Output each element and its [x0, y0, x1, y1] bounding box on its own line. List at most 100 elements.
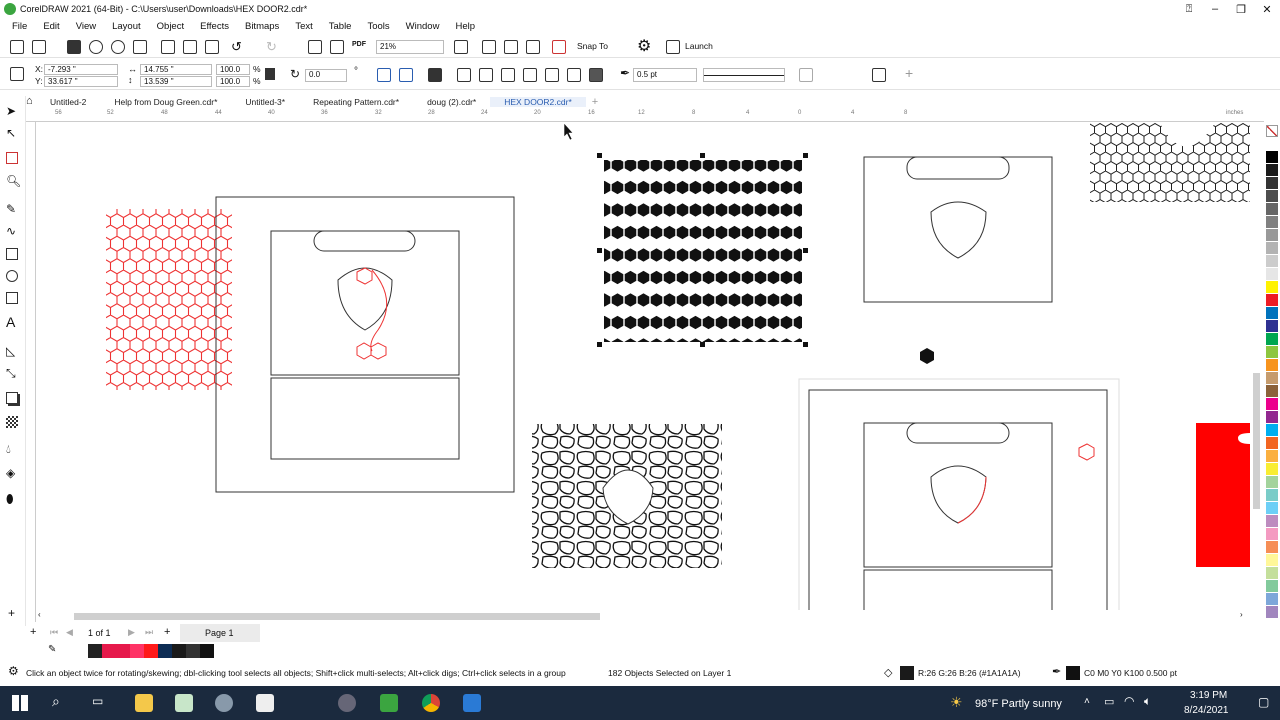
- document-palette-swatch[interactable]: [102, 644, 116, 658]
- door-panel-bottom-1[interactable]: [270, 377, 460, 460]
- undo-icon[interactable]: ↺: [231, 39, 242, 55]
- add-tool-icon[interactable]: +: [8, 606, 15, 620]
- menu-layout[interactable]: Layout: [104, 21, 149, 32]
- drop-shadow-tool-icon[interactable]: [6, 392, 18, 404]
- palette-swatch[interactable]: [1266, 398, 1278, 411]
- menu-view[interactable]: View: [68, 21, 104, 32]
- polygon-tool-icon[interactable]: [6, 292, 18, 304]
- palette-swatch[interactable]: [1266, 346, 1278, 359]
- palette-swatch[interactable]: [1266, 476, 1278, 489]
- crop-tool-icon[interactable]: [6, 152, 18, 164]
- palette-swatch[interactable]: [1266, 554, 1278, 567]
- photo-app-icon[interactable]: [256, 694, 274, 712]
- palette-swatch[interactable]: [1266, 424, 1278, 437]
- palette-swatch[interactable]: [1266, 190, 1278, 203]
- artistic-media-tool-icon[interactable]: ∿: [6, 224, 16, 238]
- rulers-icon[interactable]: [482, 40, 496, 54]
- pick-tool-icon[interactable]: ➤: [6, 104, 16, 118]
- launch-icon[interactable]: [666, 40, 680, 54]
- home-icon[interactable]: ⌂: [26, 95, 33, 107]
- parallel-dimension-tool-icon[interactable]: ◺: [6, 344, 15, 358]
- handle-slot-1[interactable]: [313, 230, 416, 252]
- interactive-fill-tool-icon[interactable]: ◈: [6, 466, 15, 480]
- menu-edit[interactable]: Edit: [35, 21, 67, 32]
- search-icon[interactable]: ⌕: [52, 693, 60, 710]
- wifi-icon[interactable]: ◠: [1124, 694, 1134, 708]
- document-palette-swatch[interactable]: [144, 644, 158, 658]
- new-document-icon[interactable]: [10, 40, 24, 54]
- weather-text[interactable]: 98°F Partly sunny: [975, 698, 1062, 710]
- weather-icon[interactable]: ☀: [950, 694, 963, 711]
- document-palette-swatch[interactable]: [186, 644, 200, 658]
- palette-swatch[interactable]: [1266, 255, 1278, 268]
- task-view-icon[interactable]: ▭: [92, 694, 103, 708]
- redo-icon[interactable]: ↻: [266, 39, 277, 55]
- shield-shape-2[interactable]: [930, 201, 987, 259]
- cut-icon[interactable]: [161, 40, 175, 54]
- page-tab[interactable]: Page 1: [180, 624, 260, 642]
- drawing-canvas[interactable]: [36, 123, 1252, 610]
- palette-swatch[interactable]: [1266, 606, 1278, 619]
- intersect-icon[interactable]: [501, 68, 515, 82]
- document-palette[interactable]: ✎: [0, 644, 1264, 658]
- palette-swatch[interactable]: [1266, 307, 1278, 320]
- document-palette-swatch[interactable]: [172, 644, 186, 658]
- group-icon[interactable]: [428, 68, 442, 82]
- menu-help[interactable]: Help: [447, 21, 483, 32]
- add-page-after-icon[interactable]: +: [164, 626, 170, 638]
- tab-hex-door2[interactable]: HEX DOOR2.cdr*: [490, 96, 586, 107]
- zoom-tool-icon[interactable]: 🔍︎: [6, 174, 21, 188]
- palette-swatch[interactable]: [1266, 333, 1278, 346]
- palette-swatch[interactable]: [1266, 385, 1278, 398]
- shape-tool-icon[interactable]: ↖: [6, 126, 16, 140]
- single-black-hex[interactable]: [920, 348, 934, 364]
- eyedropper-icon[interactable]: ✎: [48, 644, 56, 655]
- menu-text[interactable]: Text: [287, 21, 320, 32]
- settings-gear-icon[interactable]: ⚙: [637, 36, 651, 56]
- menu-window[interactable]: Window: [398, 21, 448, 32]
- menu-file[interactable]: File: [4, 21, 35, 32]
- palette-swatch[interactable]: [1266, 567, 1278, 580]
- onedrive-icon[interactable]: [338, 694, 356, 712]
- clock-date[interactable]: 8/24/2021: [1184, 705, 1229, 716]
- red-guide-path[interactable]: [370, 269, 388, 352]
- cloud-icon[interactable]: [89, 40, 103, 54]
- palette-swatch[interactable]: [1266, 177, 1278, 190]
- palette-swatch[interactable]: [1266, 580, 1278, 593]
- tab-doug-2[interactable]: doug (2).cdr*: [413, 97, 490, 107]
- palette-swatch[interactable]: [1266, 502, 1278, 515]
- scroll-left-icon[interactable]: ‹: [38, 610, 41, 619]
- palette-no-color-icon[interactable]: [1266, 125, 1278, 137]
- weld-icon[interactable]: [457, 68, 471, 82]
- photos-icon[interactable]: [463, 694, 481, 712]
- smart-fill-tool-icon[interactable]: ⬮: [6, 492, 14, 507]
- tab-repeating-pattern[interactable]: Repeating Pattern.cdr*: [299, 97, 413, 107]
- full-screen-icon[interactable]: [454, 40, 468, 54]
- shield-shape-4[interactable]: [930, 465, 987, 524]
- status-settings-icon[interactable]: ⚙: [8, 664, 19, 678]
- red-hex-pattern[interactable]: [106, 209, 232, 390]
- x-position-field[interactable]: -7.293 ": [44, 64, 118, 75]
- vertical-scrollbar[interactable]: [1252, 123, 1262, 610]
- object-origin-icon[interactable]: [10, 67, 24, 81]
- zoom-level-select[interactable]: 21%: [376, 40, 444, 54]
- scroll-right-icon[interactable]: ›: [1240, 610, 1243, 619]
- add-page-icon[interactable]: +: [30, 626, 36, 638]
- freehand-tool-icon[interactable]: ✎: [6, 202, 16, 216]
- trim-icon[interactable]: [479, 68, 493, 82]
- palette-swatch[interactable]: [1266, 320, 1278, 333]
- document-palette-swatch[interactable]: [74, 644, 88, 658]
- palette-swatch[interactable]: [1266, 138, 1278, 151]
- red-rectangle[interactable]: [1196, 423, 1250, 567]
- palette-swatch[interactable]: [1266, 437, 1278, 450]
- outline-swatch[interactable]: [1066, 666, 1080, 680]
- eyedropper-tool-icon[interactable]: 💧︎: [6, 442, 11, 457]
- red-hex-small-2[interactable]: [1078, 443, 1095, 461]
- last-page-icon[interactable]: ⏭: [145, 627, 153, 638]
- help-icon[interactable]: ⍰: [1176, 0, 1202, 18]
- import-icon[interactable]: [308, 40, 322, 54]
- palette-swatch[interactable]: [1266, 528, 1278, 541]
- chat-icon[interactable]: [215, 694, 233, 712]
- door-panel-bottom-3[interactable]: [863, 569, 1053, 610]
- palette-swatch[interactable]: [1266, 411, 1278, 424]
